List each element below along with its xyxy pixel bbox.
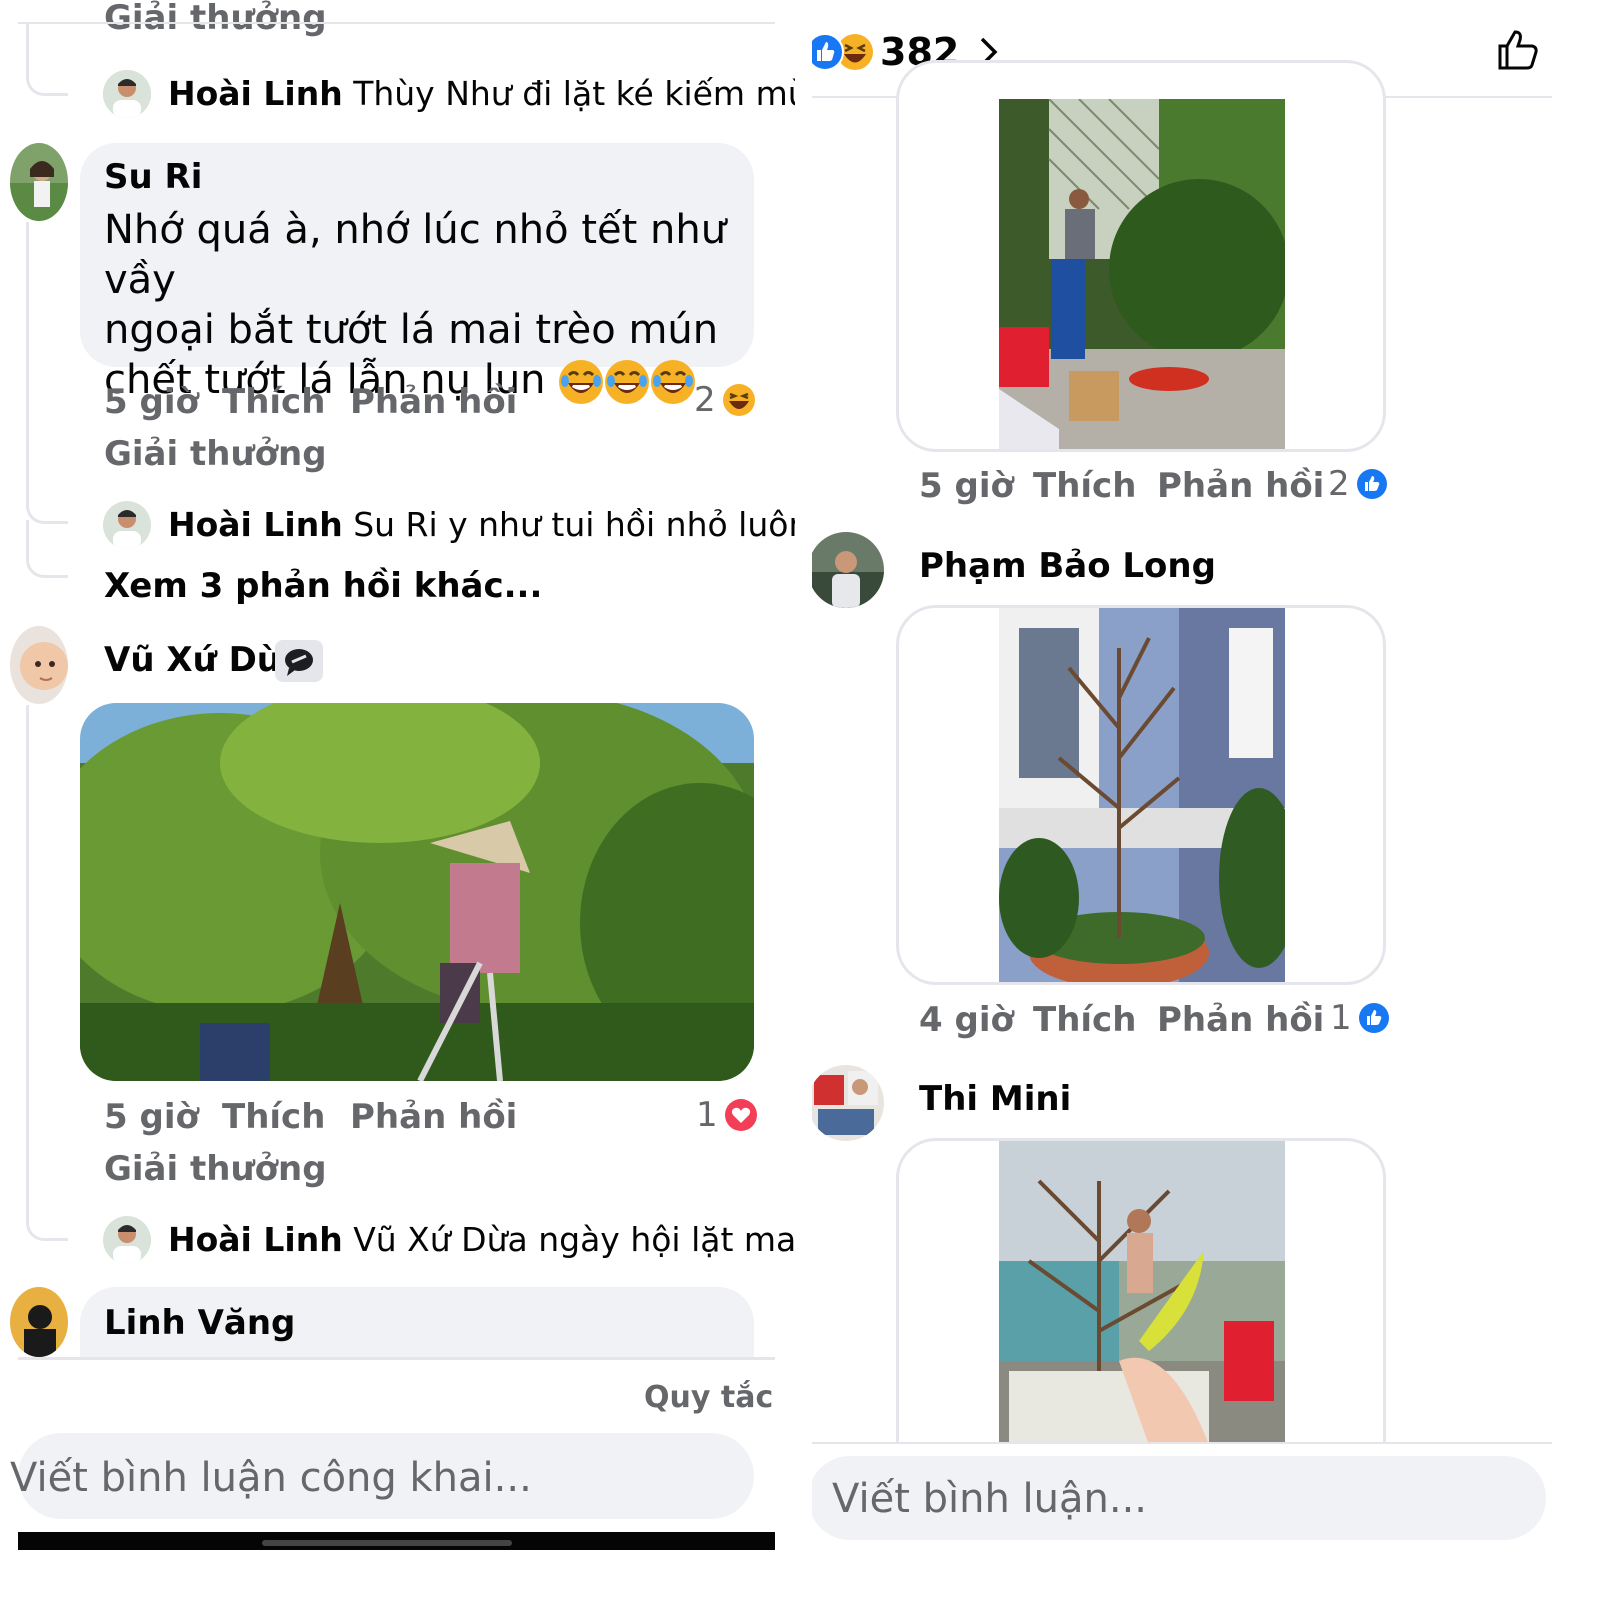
- reply-text: Thùy Như đi lặt ké kiếm mù...: [353, 74, 795, 113]
- divider: [812, 1442, 1552, 1444]
- comment-line: Nhớ quá à, nhớ lúc nhỏ tết như vầy: [104, 207, 727, 303]
- reaction-badge[interactable]: 1: [696, 1095, 758, 1135]
- reply-author: Hoài Linh: [168, 1220, 343, 1259]
- thread-line: [26, 705, 68, 1241]
- page-margin: [0, 1550, 795, 1600]
- reaction-badge[interactable]: 1: [1330, 998, 1390, 1038]
- comment-bubble-su-ri[interactable]: Su Ri Nhớ quá à, nhớ lúc nhỏ tết như vầy…: [80, 143, 754, 404]
- reply-button[interactable]: Phản hồi: [350, 1097, 517, 1137]
- avatar[interactable]: [103, 1216, 151, 1264]
- comment-time[interactable]: 5 giờ: [919, 466, 1014, 506]
- comment-placeholder: Viết bình luận...: [832, 1476, 1147, 1522]
- reply-button[interactable]: Phản hồi: [350, 382, 517, 422]
- comment-photo-card[interactable]: [896, 60, 1386, 452]
- reply-button[interactable]: Phản hồi: [1157, 1000, 1324, 1040]
- avatar-thi-mini[interactable]: [812, 1065, 884, 1141]
- laughing-tears-emoji-icon: [650, 359, 696, 405]
- comment-photo[interactable]: [999, 608, 1285, 985]
- like-icon: [812, 33, 844, 71]
- chat-bubble-icon: [275, 640, 323, 682]
- thread-line: [26, 520, 68, 578]
- public-comment-placeholder: Viết bình luận công khai...: [10, 1455, 532, 1501]
- divider: [18, 22, 775, 24]
- right-comments-panel: 382 5 giờ Thích Phản hồi 2 Phạm Bảo Long…: [812, 0, 1600, 1600]
- divider: [18, 1357, 775, 1360]
- comment-photo[interactable]: [80, 703, 754, 1081]
- reply-author: Hoài Linh: [168, 505, 343, 544]
- reaction-count: 1: [1330, 998, 1352, 1038]
- left-comments-panel: Giải thưởng Hoài Linh Thùy Như đi lặt ké…: [0, 0, 795, 1600]
- haha-icon: [722, 383, 756, 417]
- comment-author[interactable]: Thi Mini: [919, 1079, 1071, 1119]
- reply-button[interactable]: Phản hồi: [1157, 466, 1324, 506]
- reply-preview[interactable]: Hoài Linh Thùy Như đi lặt ké kiếm mù...: [168, 74, 795, 113]
- comment-photo[interactable]: [999, 1141, 1285, 1445]
- reaction-badge[interactable]: 2: [1328, 464, 1388, 504]
- reaction-count: 2: [694, 380, 716, 420]
- thread-line: [26, 222, 68, 524]
- reply-preview[interactable]: Hoài Linh Vũ Xứ Dừa ngày hội lặt mai ...: [168, 1220, 795, 1259]
- laughing-tears-emoji-icon: [604, 359, 650, 405]
- reply-text: Vũ Xứ Dừa ngày hội lặt mai ...: [353, 1220, 795, 1259]
- like-button[interactable]: Thích: [1033, 1000, 1136, 1040]
- avatar[interactable]: [103, 501, 151, 549]
- reaction-badge[interactable]: 2: [694, 380, 756, 420]
- reply-text: Su Ri y như tui hồi nhỏ luôn...: [353, 505, 795, 544]
- avatar-pham-bao-long[interactable]: [812, 532, 884, 608]
- laughing-tears-emoji-icon: [558, 359, 604, 405]
- reaction-count: 1: [696, 1095, 718, 1135]
- avatar-vu-xu-dua[interactable]: [10, 626, 68, 704]
- comment-time[interactable]: 5 giờ: [104, 382, 199, 422]
- award-button[interactable]: Giải thưởng: [104, 434, 327, 474]
- comment-text: Nhớ quá à, nhớ lúc nhỏ tết như vầy ngoại…: [104, 205, 754, 405]
- like-button[interactable]: Thích: [1033, 466, 1136, 506]
- comment-author[interactable]: Su Ri: [104, 157, 202, 197]
- reaction-count: 2: [1328, 464, 1350, 504]
- reply-preview[interactable]: Hoài Linh Su Ri y như tui hồi nhỏ luôn..…: [168, 505, 795, 544]
- avatar-su-ri[interactable]: [10, 143, 68, 221]
- reply-author: Hoài Linh: [168, 74, 343, 113]
- award-link-clipped[interactable]: Giải thưởng: [104, 0, 327, 38]
- like-button[interactable]: Thích: [222, 1097, 325, 1137]
- avatar-linh-vang[interactable]: [10, 1287, 68, 1357]
- comment-author[interactable]: Vũ Xứ Dừa: [104, 640, 304, 680]
- comment-photo-card[interactable]: [896, 605, 1386, 985]
- see-more-replies-link[interactable]: Xem 3 phản hồi khác...: [104, 566, 542, 606]
- home-indicator[interactable]: [262, 1540, 512, 1546]
- thumbs-up-outline-icon[interactable]: [1496, 28, 1540, 72]
- comment-author[interactable]: Linh Văng: [104, 1303, 295, 1343]
- avatar[interactable]: [103, 70, 151, 118]
- rules-link[interactable]: Quy tắc: [644, 1380, 773, 1415]
- comment-time[interactable]: 5 giờ: [104, 1097, 199, 1137]
- love-icon: [724, 1098, 758, 1132]
- like-icon: [1356, 468, 1388, 500]
- comment-time[interactable]: 4 giờ: [919, 1000, 1014, 1040]
- thread-line: [26, 24, 68, 96]
- comment-author[interactable]: Phạm Bảo Long: [919, 546, 1216, 586]
- comment-photo[interactable]: [999, 99, 1285, 452]
- like-button[interactable]: Thích: [222, 382, 325, 422]
- award-button[interactable]: Giải thưởng: [104, 1149, 327, 1189]
- comment-line: ngoại bắt tướt lá mai trèo mún: [104, 307, 719, 353]
- like-icon: [1358, 1002, 1390, 1034]
